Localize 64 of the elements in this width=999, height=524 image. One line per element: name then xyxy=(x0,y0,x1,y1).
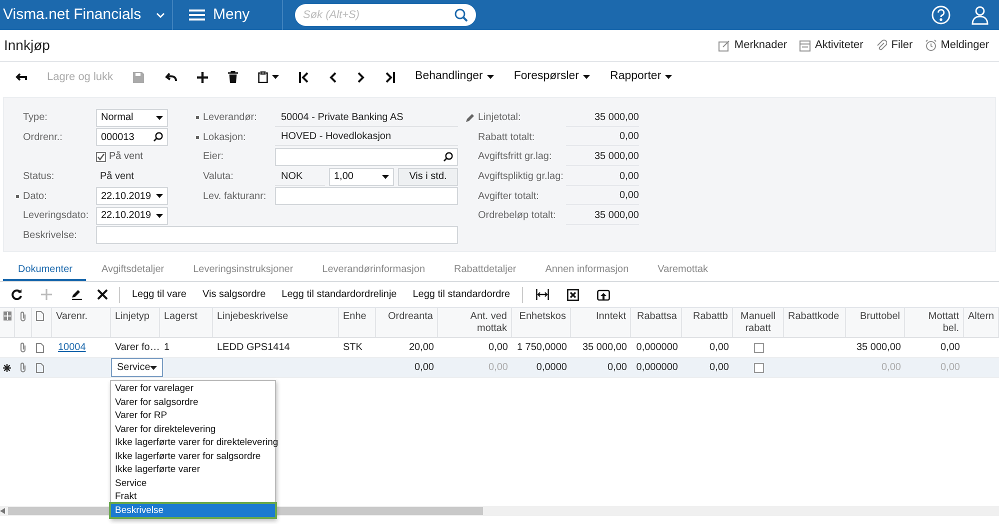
status-value: På vent xyxy=(99,170,135,184)
field-label: Beskrivelse: xyxy=(22,228,78,243)
table-cell-text: 1 750,0000 xyxy=(516,341,567,355)
field-label: Leveringsdato: xyxy=(22,209,90,224)
column-header: Enhetskos xyxy=(519,311,566,322)
page-title: Innkjøp xyxy=(4,37,50,54)
table-cell-text: 20,00 xyxy=(408,341,434,355)
table-cell-text: 0,00 xyxy=(940,361,960,375)
table-cell-text: 1 xyxy=(164,341,170,355)
table-cell-text: 0,00 xyxy=(710,341,729,355)
column-header: Rabattsa xyxy=(636,311,677,322)
total-value: 0,00 xyxy=(566,128,639,146)
field-label: Status: xyxy=(22,170,56,184)
column-header: Linjetyp xyxy=(115,311,150,322)
column-header: Ant. ved mottak xyxy=(469,311,507,334)
total-value: 35 000,00 xyxy=(566,108,639,127)
table-cell-text: 0,000000 xyxy=(636,341,678,355)
total-label: Rabatt totalt: xyxy=(478,130,536,145)
field-label: Valuta: xyxy=(202,170,234,184)
column-header: Rabattb xyxy=(692,311,728,322)
currency-value: NOK xyxy=(275,168,325,186)
table-cell-text: Varer fo… xyxy=(115,341,160,355)
total-label: Avgiftsfritt gr.lag: xyxy=(478,150,553,164)
field-label: Eier: xyxy=(202,150,225,164)
table-cell-text: 0,00 xyxy=(414,361,434,375)
column-header: Manuell rabatt xyxy=(739,311,777,334)
total-label: Avgiftspliktig gr.lag: xyxy=(478,170,564,184)
total-value: 0,00 xyxy=(566,187,639,206)
column-header: Lagerst xyxy=(164,311,198,322)
field-label: Lokasjon: xyxy=(196,128,275,148)
table-cell-text: 0,00 xyxy=(882,361,901,375)
column-header: Mottatt bel. xyxy=(927,311,959,334)
column-header: Varenr. xyxy=(56,311,88,322)
field-label: Leverandør: xyxy=(196,108,275,128)
field-value: 50004 - Private Banking AS xyxy=(275,108,458,127)
column-header: Rabattkode xyxy=(788,311,840,322)
field-label: Type: xyxy=(22,111,48,126)
total-label: Ordrebeløp totalt: xyxy=(478,209,557,224)
column-header: Enhe xyxy=(343,311,366,322)
total-value: 35 000,00 xyxy=(566,148,639,166)
table-cell-text: 0,00 xyxy=(488,361,508,375)
column-header: Altern xyxy=(968,311,994,322)
column-header: Bruttobel xyxy=(860,311,900,322)
table-cell-text: 35 000,00 xyxy=(582,341,627,355)
column-header: Ordreanta xyxy=(388,311,433,322)
table-cell-text: 0,00 xyxy=(940,341,960,355)
total-value: 35 000,00 xyxy=(566,206,639,225)
table-cell-text: 0,00 xyxy=(488,341,508,355)
table-cell-text: STK xyxy=(343,341,362,355)
field-label: Ordrenr.: xyxy=(22,130,64,145)
column-header: Linjebeskrivelse xyxy=(217,311,288,322)
table-cell-text: 0,00 xyxy=(608,361,627,375)
table-cell-text: LEDD GPS1414 xyxy=(217,341,290,355)
field-value: HOVED - Hovedlokasjon xyxy=(275,128,458,146)
field-label: Dato: xyxy=(16,186,96,206)
total-value: 0,00 xyxy=(566,168,639,186)
table-cell-text: 0,00 xyxy=(710,361,729,375)
table-cell-text: 35 000,00 xyxy=(856,341,901,355)
field-label: Lev. fakturanr: xyxy=(202,190,268,204)
total-label: Linjetotal: xyxy=(478,111,522,126)
total-label: Avgifter totalt: xyxy=(478,190,540,204)
table-cell-text: 0,000000 xyxy=(636,361,678,375)
table-cell-text: 0,0000 xyxy=(536,361,567,375)
column-header: Inntekt xyxy=(596,311,626,322)
